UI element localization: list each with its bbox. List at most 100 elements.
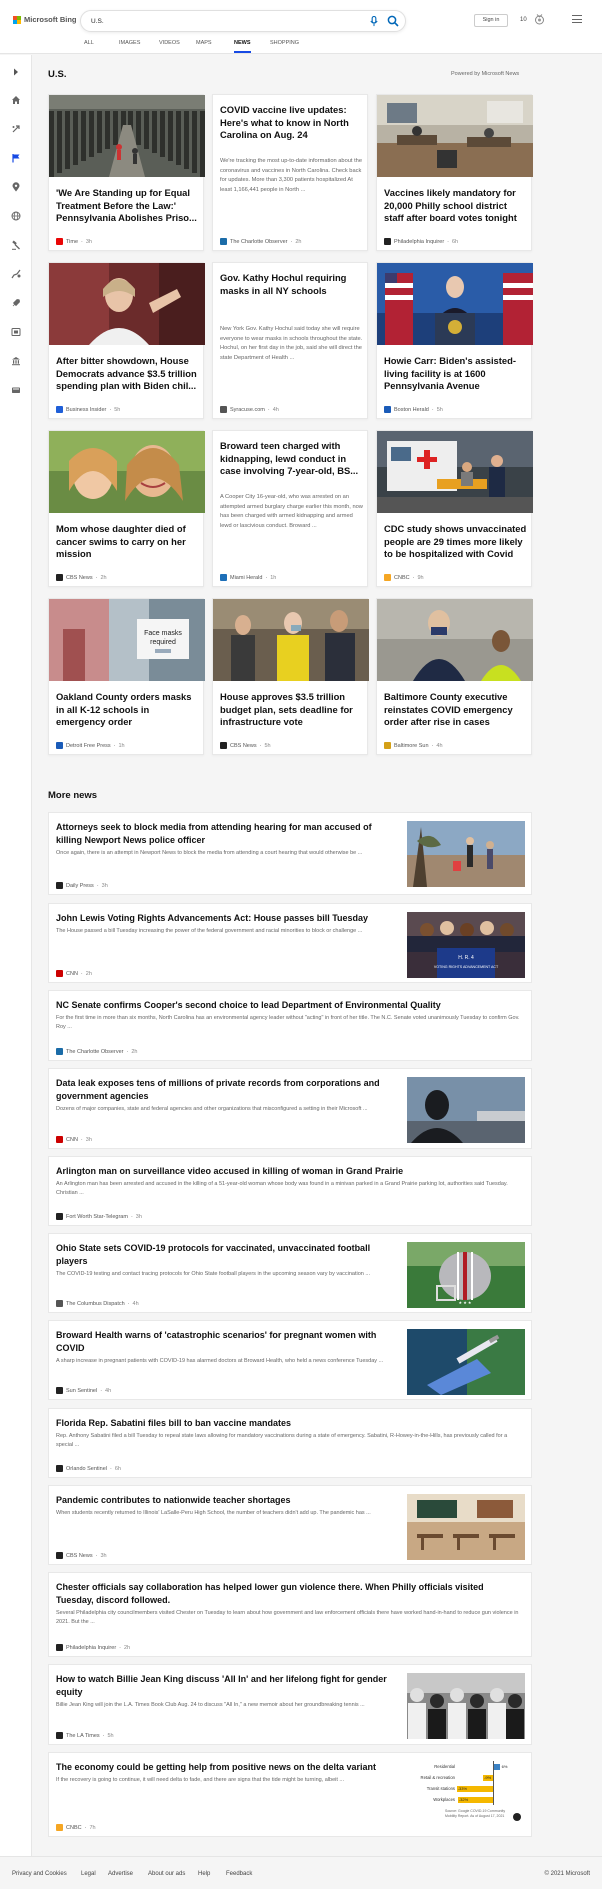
more-news-item[interactable]: The economy could be getting help from p… [48, 1752, 532, 1837]
more-news-title[interactable]: Attorneys seek to block media from atten… [56, 821, 396, 847]
more-news-image[interactable] [407, 1494, 525, 1560]
mobility-chart-image[interactable]: Residential 6% Retail & recreation -9% Trans… [407, 1759, 525, 1829]
news-card-source[interactable]: Detroit Free Press · 1h [56, 742, 125, 749]
news-card[interactable]: After bitter showdown, House Democrats a… [48, 262, 205, 419]
tab-maps[interactable]: MAPS [196, 38, 212, 51]
footer-link[interactable]: Help [198, 1871, 210, 1877]
more-news-source[interactable]: The LA Times · 5h [56, 1732, 114, 1739]
news-card-title[interactable]: Vaccines likely mandatory for 20,000 Phi… [384, 187, 527, 225]
news-card-title[interactable]: House approves $3.5 trillion budget plan… [220, 691, 363, 729]
news-card-image[interactable] [377, 95, 533, 177]
more-news-title[interactable]: Pandemic contributes to nationwide teach… [56, 1494, 396, 1507]
news-card[interactable]: Vaccines likely mandatory for 20,000 Phi… [376, 94, 533, 251]
more-news-image[interactable]: H. R. 4 VOTING RIGHTS ADVANCEMENT ACT [407, 912, 525, 978]
news-card-image[interactable] [49, 263, 205, 345]
news-card-source[interactable]: CNBC · 9h [384, 574, 424, 581]
more-news-item[interactable]: Ohio State sets COVID-19 protocols for v… [48, 1233, 532, 1313]
news-card-image[interactable] [377, 431, 533, 513]
location-pin-icon[interactable] [11, 182, 21, 192]
news-card-image[interactable] [377, 263, 533, 345]
rewards-medal-icon[interactable] [534, 14, 545, 25]
more-news-title[interactable]: Chester officials say collaboration has … [56, 1581, 516, 1607]
science-rocket-icon[interactable] [11, 298, 21, 308]
news-card[interactable]: 'We Are Standing up for Equal Treatment … [48, 94, 205, 251]
news-card-image[interactable] [49, 431, 205, 513]
news-card-title[interactable]: Broward teen charged with kidnapping, le… [220, 440, 363, 478]
more-news-source[interactable]: Sun Sentinel · 4h [56, 1387, 111, 1394]
footer-link[interactable]: Legal [81, 1871, 96, 1877]
news-card-title[interactable]: Gov. Kathy Hochul requiring masks in all… [220, 272, 363, 297]
tab-all[interactable]: ALL [84, 38, 94, 51]
more-news-source[interactable]: CNBC · 7h [56, 1824, 96, 1831]
news-card-title[interactable]: Howie Carr: Biden's assisted-living faci… [384, 355, 527, 393]
world-globe-icon[interactable] [11, 211, 21, 221]
more-news-title[interactable]: Broward Health warns of 'catastrophic sc… [56, 1329, 396, 1355]
news-card-source[interactable]: Miami Herald · 1h [220, 574, 276, 581]
news-card-source[interactable]: The Charlotte Observer · 2h [220, 238, 301, 245]
home-icon[interactable] [11, 95, 21, 105]
news-card-title[interactable]: After bitter showdown, House Democrats a… [56, 355, 199, 393]
more-news-item[interactable]: How to watch Billie Jean King discuss 'A… [48, 1664, 532, 1745]
more-news-image[interactable]: ★ ★ ★ [407, 1242, 525, 1308]
more-news-source[interactable]: The Columbus Dispatch · 4h [56, 1300, 139, 1307]
more-news-title[interactable]: Florida Rep. Sabatini files bill to ban … [56, 1417, 516, 1430]
more-news-image[interactable] [407, 1077, 525, 1143]
news-card[interactable]: Broward teen charged with kidnapping, le… [212, 430, 368, 587]
expand-chevron-icon[interactable] [11, 67, 21, 77]
technology-device-icon[interactable] [11, 385, 21, 395]
more-news-image[interactable] [407, 1673, 525, 1739]
more-news-source[interactable]: CNN · 2h [56, 970, 92, 977]
news-card[interactable]: Mom whose daughter died of cancer swims … [48, 430, 205, 587]
entertainment-film-icon[interactable] [11, 327, 21, 337]
news-card[interactable]: Baltimore County executive reinstates CO… [376, 598, 533, 755]
footer-link[interactable]: Advertise [108, 1871, 133, 1877]
more-news-item[interactable]: Attorneys seek to block media from atten… [48, 812, 532, 895]
more-news-source[interactable]: CNN · 3h [56, 1136, 92, 1143]
more-news-source[interactable]: Fort Worth Star-Telegram · 3h [56, 1213, 142, 1220]
news-card-title[interactable]: 'We Are Standing up for Equal Treatment … [56, 187, 199, 225]
news-card[interactable]: House approves $3.5 trillion budget plan… [212, 598, 369, 755]
search-icon[interactable] [387, 15, 399, 27]
news-card-source[interactable]: Syracuse.com · 4h [220, 406, 279, 413]
politics-gavel-icon[interactable] [11, 240, 21, 250]
more-news-source[interactable]: CBS News · 3h [56, 1552, 107, 1559]
news-card-source[interactable]: CBS News · 2h [56, 574, 107, 581]
footer-link[interactable]: About our ads [148, 1871, 185, 1877]
discover-icon[interactable] [11, 124, 21, 134]
more-news-source[interactable]: Orlando Sentinel · 6h [56, 1465, 121, 1472]
more-news-item[interactable]: Broward Health warns of 'catastrophic sc… [48, 1320, 532, 1400]
more-news-title[interactable]: Ohio State sets COVID-19 protocols for v… [56, 1242, 396, 1268]
news-card[interactable]: CDC study shows unvaccinated people are … [376, 430, 533, 587]
more-news-item[interactable]: Arlington man on surveillance video accu… [48, 1156, 532, 1226]
news-card-title[interactable]: CDC study shows unvaccinated people are … [384, 523, 527, 561]
more-news-title[interactable]: Arlington man on surveillance video accu… [56, 1165, 516, 1178]
footer-link[interactable]: Feedback [226, 1871, 252, 1877]
news-card-title[interactable]: COVID vaccine live updates: Here's what … [220, 104, 363, 142]
more-news-title[interactable]: Data leak exposes tens of millions of pr… [56, 1077, 396, 1103]
more-news-item[interactable]: John Lewis Voting Rights Advancements Ac… [48, 903, 532, 983]
more-news-source[interactable]: Philadelphia Inquirer · 2h [56, 1644, 130, 1651]
news-card[interactable]: COVID vaccine live updates: Here's what … [212, 94, 368, 251]
more-news-source[interactable]: Daily Press · 3h [56, 882, 108, 889]
more-news-item[interactable]: NC Senate confirms Cooper's second choic… [48, 990, 532, 1061]
bing-logo[interactable]: Microsoft Bing [13, 15, 77, 24]
more-news-title[interactable]: The economy could be getting help from p… [56, 1761, 396, 1774]
news-card-image[interactable]: Face masks required [49, 599, 205, 681]
news-card[interactable]: Gov. Kathy Hochul requiring masks in all… [212, 262, 368, 419]
news-card-source[interactable]: Time · 3h [56, 238, 92, 245]
sports-icon[interactable] [11, 269, 21, 279]
news-card-image[interactable] [377, 599, 533, 681]
tab-images[interactable]: IMAGES [119, 38, 140, 51]
news-card-title[interactable]: Oakland County orders masks in all K-12 … [56, 691, 199, 729]
more-news-image[interactable] [407, 821, 525, 887]
news-card-source[interactable]: Business Insider · 5h [56, 406, 120, 413]
more-news-item[interactable]: Data leak exposes tens of millions of pr… [48, 1068, 532, 1149]
news-card-title[interactable]: Baltimore County executive reinstates CO… [384, 691, 527, 729]
hamburger-menu-icon[interactable] [572, 15, 582, 24]
more-news-item[interactable]: Chester officials say collaboration has … [48, 1572, 532, 1657]
news-card-source[interactable]: CBS News · 5h [220, 742, 271, 749]
more-news-title[interactable]: How to watch Billie Jean King discuss 'A… [56, 1673, 396, 1699]
news-card-source[interactable]: Baltimore Sun · 4h [384, 742, 443, 749]
news-card-title[interactable]: Mom whose daughter died of cancer swims … [56, 523, 199, 561]
search-input[interactable] [91, 15, 341, 28]
